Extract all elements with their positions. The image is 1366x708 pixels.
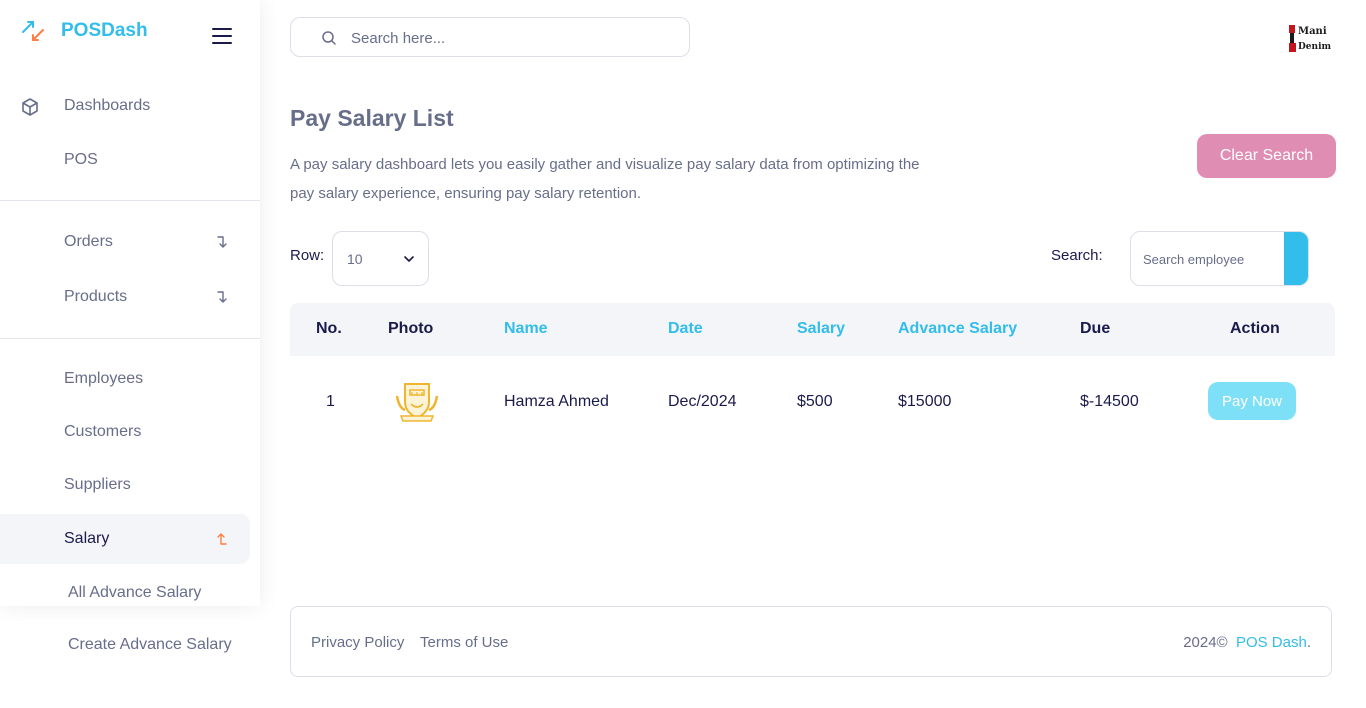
footer: Privacy Policy Terms of Use 2024© POS Da… xyxy=(290,606,1332,677)
header-action: Action xyxy=(1230,320,1280,337)
page-description: A pay salary dashboard lets you easily g… xyxy=(290,156,920,202)
sidebar-item-suppliers[interactable]: Suppliers xyxy=(0,460,250,510)
sidebar-item-label: Orders xyxy=(64,233,113,250)
sidebar-item-salary[interactable]: Salary xyxy=(0,514,250,564)
pos-dash-link[interactable]: POS Dash xyxy=(1236,634,1307,651)
pay-now-button[interactable]: Pay Now xyxy=(1208,382,1296,420)
employee-search-input[interactable] xyxy=(1143,249,1283,269)
sidebar-item-label: Products xyxy=(64,288,128,305)
sidebar-item-dashboards[interactable]: Dashboards xyxy=(0,81,250,131)
brand-logo-icon xyxy=(22,21,44,41)
sidebar-item-pos[interactable]: POS xyxy=(0,135,250,185)
sidebar-item-orders[interactable]: Orders xyxy=(0,217,250,267)
terms-of-use-link[interactable]: Terms of Use xyxy=(420,634,508,651)
employee-photo-icon xyxy=(395,383,439,422)
copyright: 2024© POS Dash. xyxy=(1183,634,1311,651)
brand-name: POSDash xyxy=(61,20,148,41)
table-header: No. Photo Name Date Salary Advance Salar… xyxy=(290,303,1335,356)
sidebar-item-label: POS xyxy=(64,151,98,168)
sidebar-item-label: Customers xyxy=(64,423,142,440)
arrow-down-icon xyxy=(217,236,227,248)
header-name[interactable]: Name xyxy=(504,320,548,338)
search-box[interactable] xyxy=(290,17,690,57)
chevron-down-icon xyxy=(404,255,414,262)
sidebar-item-label: Salary xyxy=(64,530,110,547)
menu-toggle-icon[interactable] xyxy=(212,28,232,44)
logo-text-bottom: Denim xyxy=(1298,42,1331,52)
sidebar-item-products[interactable]: Products xyxy=(0,272,250,322)
row-label: Row: xyxy=(290,247,325,264)
page-title: Pay Salary List xyxy=(290,105,454,131)
employee-search-box xyxy=(1130,231,1309,286)
cell-no: 1 xyxy=(326,393,335,410)
topbar: Mani Denim xyxy=(260,0,1366,73)
cell-salary: $500 xyxy=(797,393,833,410)
header-no: No. xyxy=(316,320,342,337)
sidebar-divider xyxy=(0,200,260,201)
copyright-year: 2024© xyxy=(1183,634,1228,651)
sidebar-divider xyxy=(0,338,260,339)
cube-icon xyxy=(22,98,38,116)
logo-text-top: Mani xyxy=(1298,26,1327,37)
header-salary[interactable]: Salary xyxy=(797,320,845,338)
header-date[interactable]: Date xyxy=(668,320,703,338)
row-count-value: 10 xyxy=(347,250,363,267)
sidebar-subitem-all-advance-salary[interactable]: All Advance Salary xyxy=(68,584,201,602)
cell-name: Hamza Ahmed xyxy=(504,393,609,410)
sidebar-subitem-create-advance-salary[interactable]: Create Advance Salary xyxy=(68,636,232,654)
header-due: Due xyxy=(1080,320,1111,337)
cell-due: $-14500 xyxy=(1080,393,1139,410)
sidebar-item-customers[interactable]: Customers xyxy=(0,407,250,457)
search-input[interactable] xyxy=(351,27,671,49)
privacy-policy-link[interactable]: Privacy Policy xyxy=(311,634,404,651)
copyright-period: . xyxy=(1306,634,1311,651)
table-row: 1 Hamza Ahmed Dec/2024 $500 $15000 $-145… xyxy=(290,356,1335,448)
sidebar: POSDash Dashboards POS Orders Products E… xyxy=(0,0,260,606)
employee-search-button[interactable] xyxy=(1284,232,1308,285)
brand[interactable]: POSDash xyxy=(20,18,148,44)
sidebar-item-employees[interactable]: Employees xyxy=(0,354,250,404)
main-content: Pay Salary List A pay salary dashboard l… xyxy=(260,73,1366,708)
header-photo: Photo xyxy=(388,320,434,337)
arrow-down-icon xyxy=(217,291,227,303)
sidebar-item-label: Employees xyxy=(64,370,144,387)
row-count-select[interactable]: 10 xyxy=(332,231,429,286)
header-advance-salary[interactable]: Advance Salary xyxy=(898,320,1017,338)
sidebar-item-label: Suppliers xyxy=(64,476,131,493)
clear-search-button[interactable]: Clear Search xyxy=(1197,134,1336,178)
cell-date: Dec/2024 xyxy=(668,393,737,410)
arrow-up-icon xyxy=(217,533,227,545)
company-logo-icon[interactable]: Mani Denim xyxy=(1287,22,1335,56)
sidebar-item-label: Dashboards xyxy=(64,97,151,114)
employee-search-label: Search: xyxy=(1051,247,1103,264)
search-icon xyxy=(322,31,336,45)
cell-advance-salary: $15000 xyxy=(898,393,952,410)
